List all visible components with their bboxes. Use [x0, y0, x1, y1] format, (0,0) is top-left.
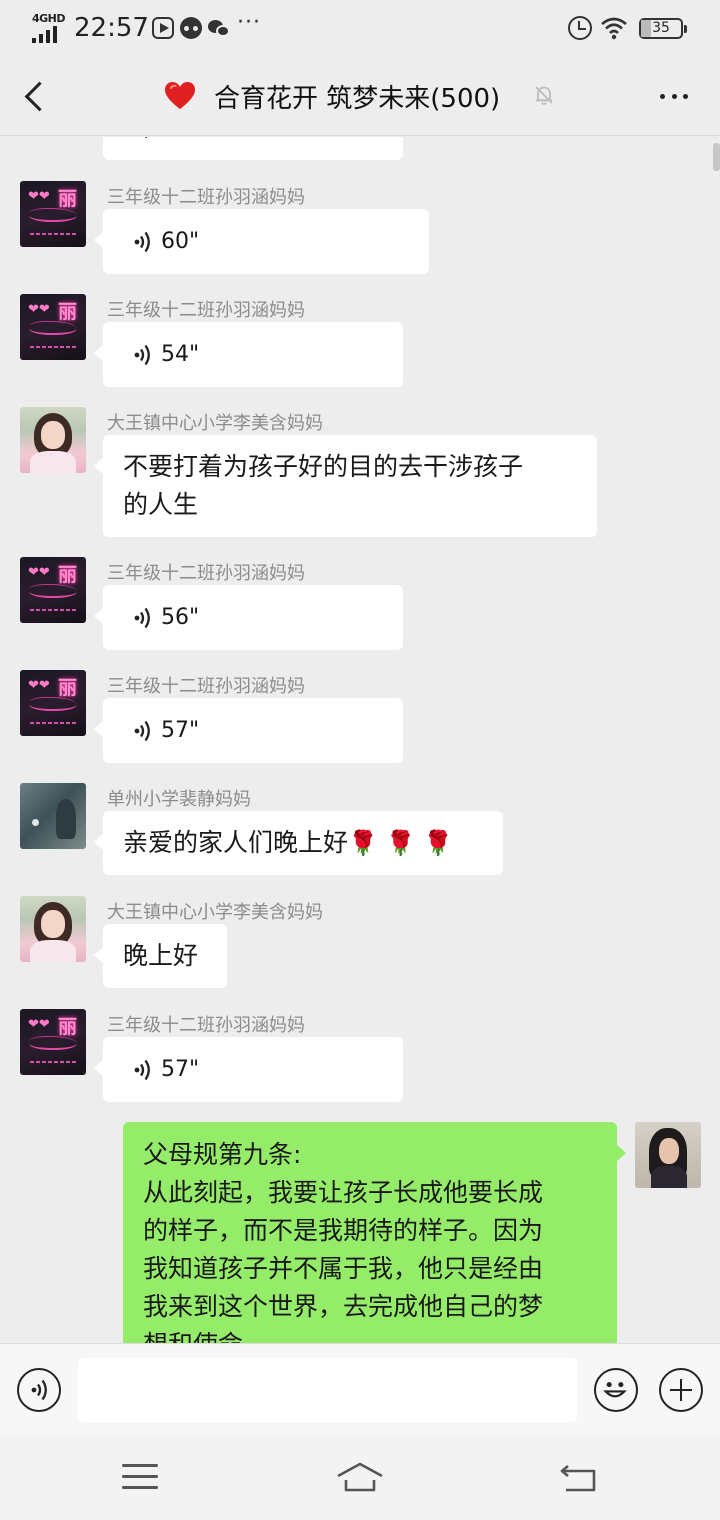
dot-icon — [660, 93, 665, 99]
voice-message-bubble[interactable]: 57" — [94, 1037, 403, 1102]
voice-message-bubble[interactable]: 56" — [94, 585, 403, 650]
voice-message-bubble[interactable]: 55" — [103, 137, 403, 160]
battery-icon: 35 — [639, 18, 687, 39]
video-app-icon — [152, 17, 174, 39]
voice-wave-icon — [134, 231, 150, 252]
dot-icon — [671, 93, 677, 99]
alarm-icon — [568, 16, 592, 40]
voice-duration: 57" — [161, 717, 200, 743]
voice-wave-icon — [134, 607, 150, 628]
avatar[interactable] — [20, 783, 86, 849]
rose-emoji-icon: 🌹 🌹 🌹 — [348, 829, 453, 857]
voice-wave-icon — [31, 1379, 47, 1401]
outgoing-text-bubble[interactable]: 父母规第九条: 从此刻起，我要让孩子长成他要长成 的样子，而不是我期待的样子。因… — [123, 1122, 626, 1343]
voice-message-bubble[interactable]: 57" — [94, 698, 403, 763]
qq-app-icon — [180, 17, 202, 39]
voice-duration: 55" — [161, 137, 199, 147]
message-text: 亲爱的家人们晚上好 — [123, 828, 349, 857]
avatar[interactable]: ❤❤ 丽 — [20, 181, 86, 247]
chat-header: 合育花开 筑梦未来(500) — [0, 56, 720, 136]
avatar[interactable] — [20, 896, 86, 962]
message-text-line: 我知道孩子并不属于我，他只是经由 — [143, 1254, 544, 1283]
back-button[interactable] — [16, 76, 56, 116]
message-list[interactable]: 55" ❤❤丽 三年级十二班孙羽涵妈妈 60" ❤❤丽 三年级十二班孙羽涵妈妈 … — [0, 137, 720, 1343]
emoji-button[interactable] — [594, 1368, 638, 1412]
avatar[interactable]: ❤❤ 丽 — [20, 1009, 86, 1075]
sender-name: 三年级十二班孙羽涵妈妈 — [107, 300, 305, 321]
input-bar — [0, 1343, 720, 1436]
message-text-line: 从此刻起，我要让孩子长成他要长成 — [143, 1178, 544, 1207]
mute-bell-icon — [535, 86, 553, 105]
status-time: 22:57 — [74, 13, 149, 43]
avatar[interactable] — [20, 407, 86, 473]
voice-wave-icon — [145, 137, 147, 138]
sender-name: 大王镇中心小学李美含妈妈 — [107, 413, 323, 434]
recent-apps-button[interactable] — [122, 1464, 158, 1492]
sender-name: 三年级十二班孙羽涵妈妈 — [107, 563, 305, 584]
message-text-line: 的样子，而不是我期待的样子。因为 — [143, 1216, 544, 1245]
voice-wave-icon — [134, 344, 150, 365]
message-text-line: 不要打着为孩子好的目的去干涉孩子 — [123, 452, 524, 481]
dot-icon — [683, 93, 688, 99]
status-bar: 4GHD 22:57 ··· 35 — [0, 0, 720, 56]
sender-name: 大王镇中心小学李美含妈妈 — [107, 902, 323, 923]
voice-wave-icon — [134, 1059, 150, 1080]
voice-message-bubble[interactable]: 54" — [94, 322, 403, 387]
sender-name: 三年级十二班孙羽涵妈妈 — [107, 1015, 305, 1036]
avatar[interactable]: ❤❤ 丽 — [20, 670, 86, 736]
voice-wave-icon — [134, 720, 150, 741]
message-text-line: 父母规第九条: — [143, 1140, 302, 1169]
heart-icon — [165, 82, 195, 109]
wifi-icon — [601, 17, 627, 40]
sender-name: 三年级十二班孙羽涵妈妈 — [107, 676, 305, 697]
avatar[interactable]: ❤❤ 丽 — [20, 294, 86, 360]
chat-title-group[interactable]: 合育花开 筑梦未来(500) — [164, 78, 500, 114]
message-input[interactable] — [78, 1358, 577, 1422]
avatar[interactable]: ❤❤ 丽 — [20, 557, 86, 623]
scrollbar[interactable] — [713, 143, 720, 171]
smiley-icon — [603, 1382, 627, 1398]
message-text-line: 我来到这个世界，去完成他自己的梦 — [143, 1292, 544, 1321]
system-navigation-bar — [0, 1436, 720, 1520]
message-text-line: 的人生 — [123, 490, 199, 519]
network-type: 4GHD — [32, 12, 66, 25]
sender-name: 三年级十二班孙羽涵妈妈 — [107, 187, 305, 208]
text-message-bubble[interactable]: 亲爱的家人们晚上好🌹 🌹 🌹 — [94, 811, 503, 875]
voice-duration: 57" — [161, 1056, 200, 1082]
back-nav-button[interactable] — [560, 1460, 600, 1496]
message-text-line: 想和使命。 — [143, 1326, 597, 1343]
voice-input-button[interactable] — [17, 1368, 61, 1412]
text-message-bubble[interactable]: 晚上好 — [94, 924, 227, 988]
voice-duration: 60" — [161, 228, 200, 254]
signal-icon: 4GHD — [30, 12, 70, 43]
home-button[interactable] — [336, 1460, 384, 1496]
more-notifications-icon: ··· — [237, 10, 261, 35]
battery-level: 35 — [652, 20, 670, 36]
chat-title: 合育花开 筑梦未来(500) — [214, 83, 501, 114]
more-options-button[interactable] — [652, 76, 696, 116]
self-avatar[interactable] — [635, 1122, 701, 1188]
sender-name: 单州小学裴静妈妈 — [107, 789, 251, 810]
voice-duration: 54" — [161, 341, 200, 367]
text-message-bubble[interactable]: 不要打着为孩子好的目的去干涉孩子 的人生 — [94, 435, 597, 537]
more-functions-button[interactable] — [659, 1368, 703, 1412]
message-text: 晚上好 — [123, 941, 199, 970]
voice-message-bubble[interactable]: 60" — [94, 209, 429, 274]
voice-duration: 56" — [161, 604, 200, 630]
wechat-notification-icon — [208, 17, 230, 39]
